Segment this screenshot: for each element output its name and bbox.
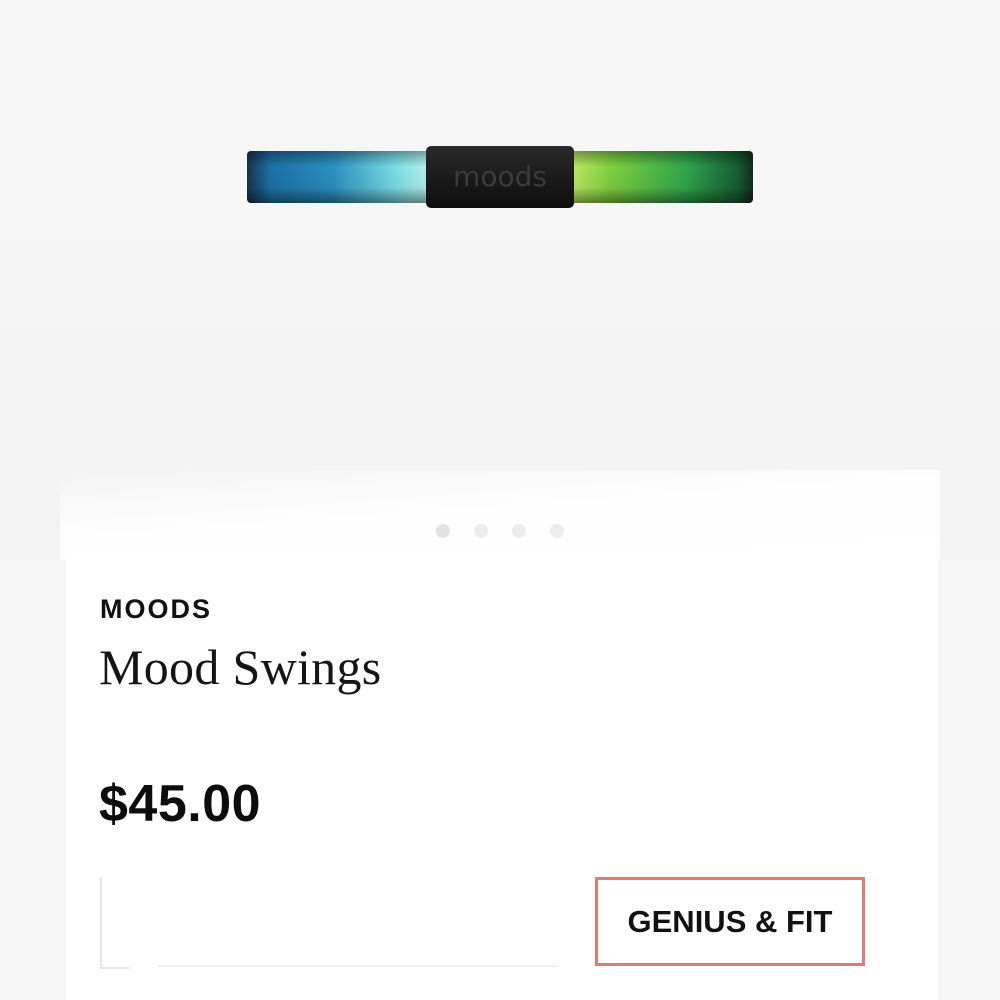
quantity-selector[interactable] (100, 877, 560, 969)
carousel-dot[interactable] (436, 524, 450, 538)
carousel-dot[interactable] (550, 524, 564, 538)
hero-background-sheen (60, 470, 940, 560)
brand-name[interactable]: MOODS (100, 594, 212, 625)
carousel-dot[interactable] (512, 524, 526, 538)
product-title: Mood Swings (99, 639, 382, 695)
carousel-dot[interactable] (474, 524, 488, 538)
svg-text:moods: moods (453, 160, 547, 193)
product-details-card: MOODS Mood Swings $45.00 GENIUS & FIT (66, 552, 938, 1000)
carousel-dots (410, 524, 590, 544)
selector-underline (158, 965, 558, 967)
product-tube-image: moods (247, 146, 753, 208)
product-image[interactable]: moods (245, 146, 755, 208)
product-page: moods MOODS Mood Swings $45.00 GENIUS & … (0, 0, 1000, 1000)
selector-outline (100, 877, 130, 969)
genius-fit-button[interactable]: GENIUS & FIT (595, 877, 865, 966)
product-hero: moods (0, 0, 1000, 560)
product-price: $45.00 (99, 775, 262, 833)
